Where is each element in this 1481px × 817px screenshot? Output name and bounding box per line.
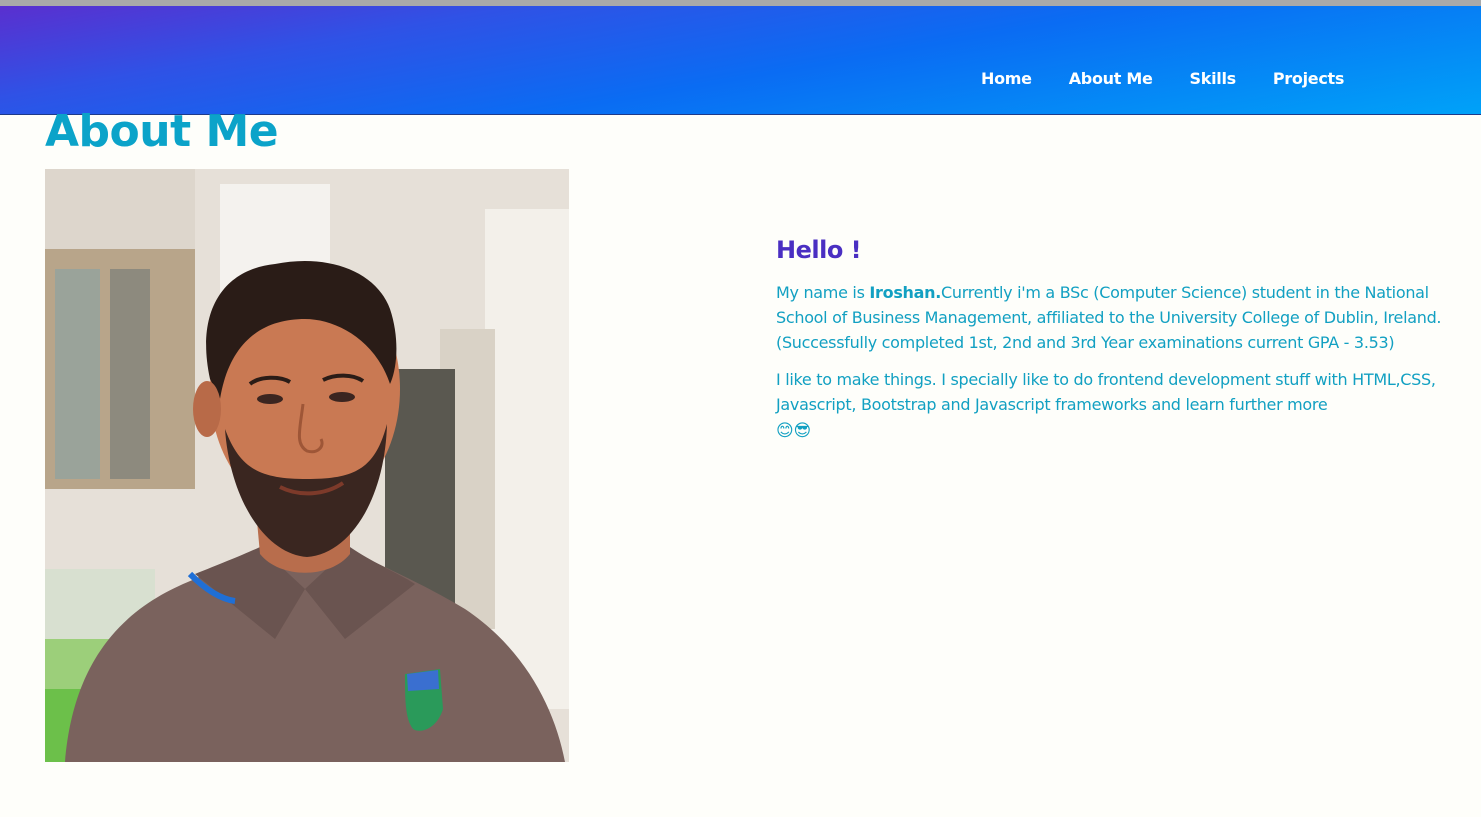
profile-photo [45, 169, 569, 762]
intro-paragraph: My name is Iroshan.Currently i'm a BSc (… [776, 280, 1476, 355]
sunglasses-face-icon: 😎 [793, 420, 811, 441]
smiling-face-icon: 😊 [776, 420, 794, 441]
navbar: Home About Me Skills Projects [0, 6, 1481, 115]
intro-prefix-text: My name is [776, 283, 870, 302]
bio-section: Hello ! My name is Iroshan.Currently i'm… [776, 232, 1476, 454]
greeting-heading: Hello ! [776, 236, 862, 264]
name-text: Iroshan. [869, 283, 942, 302]
nav-links: Home About Me Skills Projects [981, 69, 1344, 88]
nav-projects-link[interactable]: Projects [1273, 69, 1345, 88]
nav-skills-link[interactable]: Skills [1190, 69, 1237, 88]
page-title: About Me [45, 106, 279, 157]
nav-home-link[interactable]: Home [981, 69, 1032, 88]
hobbies-text: I like to make things. I specially like … [776, 370, 1436, 414]
hobbies-paragraph: I like to make things. I specially like … [776, 367, 1476, 442]
nav-about-link[interactable]: About Me [1069, 69, 1153, 88]
